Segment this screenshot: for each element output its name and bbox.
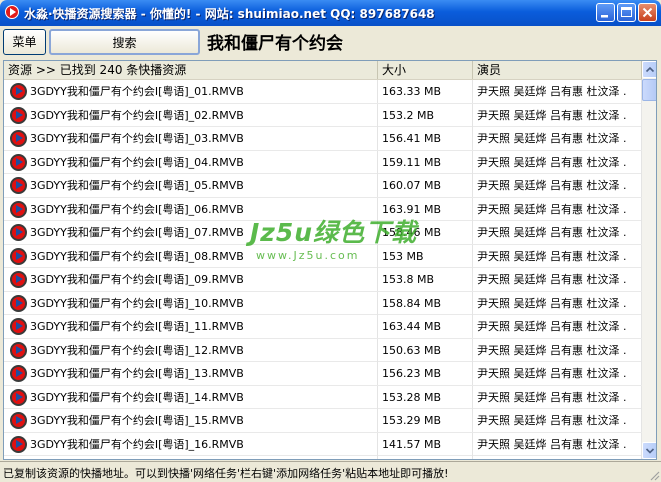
table-row[interactable]: 3GDYY我和僵尸有个约会I[粤语]_14.RMVB 153.28 MB 尹天照 吴… (4, 385, 642, 409)
app-icon (5, 5, 19, 19)
resource-name: 3GDYY我和僵尸有个约会I[粤语]_09.RMVB (4, 268, 378, 291)
window-title: 水淼·快播资源搜索器 - 你懂的! - 网站: shuimiao.net QQ:… (24, 7, 435, 21)
minimize-icon (601, 15, 608, 18)
resource-actors: 尹天照 吴廷烨 吕有惠 杜汶泽 . (473, 174, 642, 197)
resource-size: 156.23 MB (378, 362, 473, 385)
resource-name: 3GDYY我和僵尸有个约会I[粤语]_17.RMVB (4, 456, 378, 459)
resource-size: 163.33 MB (378, 80, 473, 103)
resource-size: 153.28 MB (378, 385, 473, 409)
menu-button[interactable]: 菜单 (3, 29, 46, 55)
close-button[interactable] (638, 3, 657, 22)
resource-size: 159.11 MB (378, 150, 473, 174)
table-row[interactable]: 3GDYY我和僵尸有个约会I[粤语]_15.RMVB 153.29 MB 尹天照 吴… (4, 409, 642, 433)
scroll-thumb[interactable] (642, 79, 656, 101)
resource-size: 158.46 MB (378, 221, 473, 244)
search-button[interactable]: 搜索 (49, 29, 200, 55)
resource-name: 3GDYY我和僵尸有个约会I[粤语]_11.RMVB (4, 315, 378, 338)
resource-name: 3GDYY我和僵尸有个约会I[粤语]_01.RMVB (4, 80, 378, 103)
resource-size: 150.63 MB (378, 338, 473, 362)
resource-name: 3GDYY我和僵尸有个约会I[粤语]_05.RMVB (4, 174, 378, 197)
table-row[interactable]: 3GDYY我和僵尸有个约会I[粤语]_12.RMVB 150.63 MB 尹天照 吴… (4, 338, 642, 362)
resource-name: 3GDYY我和僵尸有个约会I[粤语]_07.RMVB (4, 221, 378, 244)
resource-actors: 尹天照 吴廷烨 吕有惠 杜汶泽 . (473, 362, 642, 385)
table-row[interactable]: 3GDYY我和僵尸有个约会I[粤语]_03.RMVB 156.41 MB 尹天照 吴… (4, 127, 642, 151)
maximize-icon (621, 7, 632, 17)
resource-actors: 尹天照 吴廷烨 吕有惠 杜汶泽 . (473, 150, 642, 174)
header-actors[interactable]: 演员 (473, 61, 642, 79)
resource-size: 153.29 MB (378, 409, 473, 432)
arrow-down-icon (645, 448, 655, 454)
toolbar: 菜单 搜索 我和僵尸有个约会 (0, 26, 661, 60)
table-row[interactable]: 3GDYY我和僵尸有个约会I[粤语]_10.RMVB 158.84 MB 尹天照 吴… (4, 291, 642, 315)
resource-size: 160.07 MB (378, 174, 473, 197)
maximize-button[interactable] (617, 3, 636, 22)
resource-name: 3GDYY我和僵尸有个约会I[粤语]_12.RMVB (4, 338, 378, 362)
resource-actors: 尹天照 吴廷烨 吕有惠 杜汶泽 . (473, 409, 642, 432)
minimize-button[interactable] (596, 3, 615, 22)
scroll-down-button[interactable] (642, 442, 656, 459)
resource-actors: 尹天照 吴廷烨 吕有惠 杜汶泽 . (473, 127, 642, 150)
resource-actors: 尹天照 吴廷烨 吕有惠 杜汶泽 . (473, 80, 642, 103)
resource-size: 156.41 MB (378, 127, 473, 150)
resource-name: 3GDYY我和僵尸有个约会I[粤语]_14.RMVB (4, 385, 378, 409)
header-resource[interactable]: 资源 >> 已找到 240 条快播资源 (4, 61, 378, 79)
resize-grip-icon[interactable] (648, 469, 660, 481)
arrow-up-icon (645, 66, 655, 73)
list-header: 资源 >> 已找到 240 条快播资源 大小 演员 (4, 61, 642, 80)
table-row[interactable]: 3GDYY我和僵尸有个约会I[粤语]_05.RMVB 160.07 MB 尹天照 吴… (4, 174, 642, 198)
qvod-play-icon (10, 459, 27, 460)
search-query-label: 我和僵尸有个约会 (207, 34, 343, 54)
resource-size: 153.8 MB (378, 268, 473, 291)
resource-size: 153 MB (378, 244, 473, 268)
resource-actors: 尹天照 吴廷烨 吕有惠 杜汶泽 . (473, 338, 642, 362)
resource-actors: 尹天照 吴廷烨 吕有惠 杜汶泽 . (473, 197, 642, 221)
table-row[interactable]: 3GDYY我和僵尸有个约会I[粤语]_07.RMVB 158.46 MB 尹天照 吴… (4, 221, 642, 245)
resource-actors: 尹天照 吴廷烨 吕有惠 杜汶泽 . (473, 103, 642, 127)
resource-name: 3GDYY我和僵尸有个约会I[粤语]_04.RMVB (4, 150, 378, 174)
table-row[interactable]: 3GDYY我和僵尸有个约会I[粤语]_08.RMVB 153 MB 尹天照 吴廷烨 … (4, 244, 642, 268)
resource-actors: 尹天照 吴廷烨 吕有惠 杜汶泽 . (473, 432, 642, 456)
table-row[interactable]: 3GDYY我和僵尸有个约会I[粤语]_16.RMVB 141.57 MB 尹天照 吴… (4, 432, 642, 456)
resource-actors: 尹天照 吴廷烨 吕有惠 杜汶泽 . (473, 315, 642, 338)
table-row[interactable]: 3GDYY我和僵尸有个约会I[粤语]_17.RMVB (4, 456, 642, 460)
scroll-up-button[interactable] (642, 61, 656, 78)
resource-size: 163.91 MB (378, 197, 473, 221)
table-row[interactable]: 3GDYY我和僵尸有个约会I[粤语]_06.RMVB 163.91 MB 尹天照 吴… (4, 197, 642, 221)
resource-actors: 尹天照 吴廷烨 吕有惠 杜汶泽 . (473, 385, 642, 409)
resource-actors: 尹天照 吴廷烨 吕有惠 杜汶泽 . (473, 221, 642, 244)
resource-actors: 尹天照 吴廷烨 吕有惠 杜汶泽 . (473, 244, 642, 268)
resource-name: 3GDYY我和僵尸有个约会I[粤语]_08.RMVB (4, 244, 378, 268)
resource-size: 158.84 MB (378, 291, 473, 315)
resource-name: 3GDYY我和僵尸有个约会I[粤语]_15.RMVB (4, 409, 378, 432)
table-row[interactable]: 3GDYY我和僵尸有个约会I[粤语]_11.RMVB 163.44 MB 尹天照 吴… (4, 315, 642, 339)
resource-name: 3GDYY我和僵尸有个约会I[粤语]_02.RMVB (4, 103, 378, 127)
resource-name: 3GDYY我和僵尸有个约会I[粤语]_03.RMVB (4, 127, 378, 150)
table-row[interactable]: 3GDYY我和僵尸有个约会I[粤语]_13.RMVB 156.23 MB 尹天照 吴… (4, 362, 642, 386)
resource-name: 3GDYY我和僵尸有个约会I[粤语]_06.RMVB (4, 197, 378, 221)
resource-actors: 尹天照 吴廷烨 吕有惠 杜汶泽 . (473, 291, 642, 315)
resource-name: 3GDYY我和僵尸有个约会I[粤语]_16.RMVB (4, 432, 378, 456)
vertical-scrollbar[interactable] (642, 61, 656, 459)
resource-actors (473, 456, 642, 459)
table-row[interactable]: 3GDYY我和僵尸有个约会I[粤语]_01.RMVB 163.33 MB 尹天照 吴… (4, 80, 642, 104)
table-row[interactable]: 3GDYY我和僵尸有个约会I[粤语]_04.RMVB 159.11 MB 尹天照 吴… (4, 150, 642, 174)
header-size[interactable]: 大小 (378, 61, 473, 79)
resource-name: 3GDYY我和僵尸有个约会I[粤语]_10.RMVB (4, 291, 378, 315)
table-row[interactable]: 3GDYY我和僵尸有个约会I[粤语]_02.RMVB 153.2 MB 尹天照 吴廷… (4, 103, 642, 127)
status-bar: 已复制该资源的快播地址。可以到快播'网络任务'栏右键'添加网络任务'粘贴本地址即… (0, 461, 661, 482)
resource-size (378, 456, 473, 459)
table-row[interactable]: 3GDYY我和僵尸有个约会I[粤语]_09.RMVB 153.8 MB 尹天照 吴廷… (4, 268, 642, 292)
resource-actors: 尹天照 吴廷烨 吕有惠 杜汶泽 . (473, 268, 642, 291)
resource-name: 3GDYY我和僵尸有个约会I[粤语]_13.RMVB (4, 362, 378, 385)
close-icon (642, 7, 653, 18)
list-rows: 3GDYY我和僵尸有个约会I[粤语]_01.RMVB 163.33 MB 尹天照 吴… (4, 80, 642, 460)
resource-size: 163.44 MB (378, 315, 473, 338)
resource-list[interactable]: 资源 >> 已找到 240 条快播资源 大小 演员 3GDYY我和僵尸有个约会I… (3, 60, 657, 460)
resource-size: 153.2 MB (378, 103, 473, 127)
resource-size: 141.57 MB (378, 432, 473, 456)
title-bar[interactable]: 水淼·快播资源搜索器 - 你懂的! - 网站: shuimiao.net QQ:… (0, 0, 661, 26)
status-text: 已复制该资源的快播地址。可以到快播'网络任务'栏右键'添加网络任务'粘贴本地址即… (3, 467, 449, 480)
